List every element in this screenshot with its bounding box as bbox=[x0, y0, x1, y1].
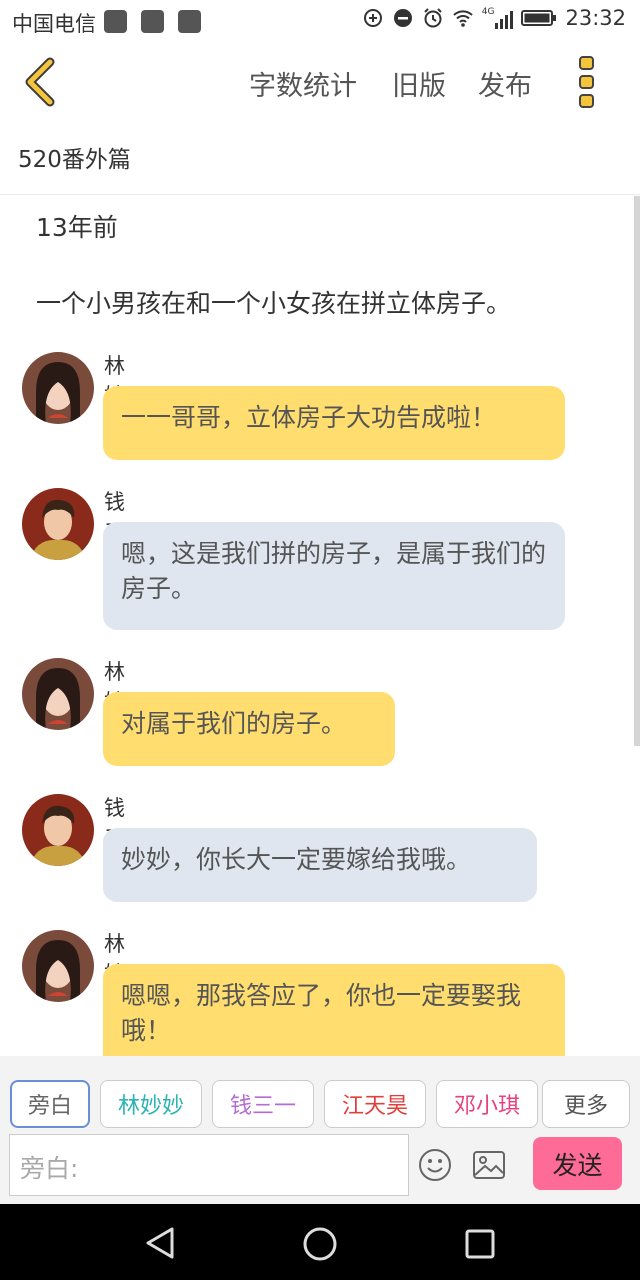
data-saver-icon bbox=[363, 9, 382, 27]
role-chip-lin-miaomiao[interactable]: 林妙妙 bbox=[100, 1080, 202, 1128]
emoji-icon[interactable] bbox=[418, 1148, 452, 1182]
word-count-button[interactable]: 字数统计 bbox=[249, 64, 357, 103]
status-icons: 4G 23:32 bbox=[362, 6, 626, 30]
message-bubble[interactable]: 一一哥哥，立体房子大功告成啦！ bbox=[103, 386, 565, 460]
image-icon[interactable] bbox=[472, 1149, 506, 1181]
avatar-lin-miaomiao[interactable] bbox=[22, 658, 94, 730]
top-toolbar: 字数统计 旧版 发布 bbox=[0, 44, 640, 120]
nav-home-icon[interactable] bbox=[302, 1226, 338, 1262]
do-not-disturb-icon bbox=[393, 9, 412, 27]
avatar-lin-miaomiao[interactable] bbox=[22, 352, 94, 424]
message-bubble[interactable]: 对属于我们的房子。 bbox=[103, 692, 395, 766]
old-version-button[interactable]: 旧版 bbox=[392, 64, 446, 103]
more-roles-button[interactable]: 更多 bbox=[542, 1080, 630, 1128]
narration-text: 一个小男孩在和一个小女孩在拼立体房子。 bbox=[36, 289, 512, 318]
message-bubble[interactable]: 嗯，这是我们拼的房子，是属于我们的房子。 bbox=[103, 522, 565, 630]
input-placeholder: 旁白: bbox=[20, 1154, 79, 1183]
title-bar: 520番外篇 bbox=[0, 122, 640, 195]
nav-back-icon[interactable] bbox=[144, 1226, 176, 1260]
role-chip-jiang-tianhao[interactable]: 江天昊 bbox=[324, 1080, 426, 1128]
carrier-label: 中国电信 bbox=[12, 12, 96, 36]
alarm-icon bbox=[424, 8, 442, 28]
message-bubble[interactable]: 嗯嗯，那我答应了，你也一定要娶我哦！ bbox=[103, 964, 565, 1058]
message-input[interactable]: 旁白: bbox=[9, 1134, 409, 1196]
role-chip-deng-xiaoqi[interactable]: 邓小琪 bbox=[436, 1080, 538, 1128]
more-menu-icon[interactable] bbox=[572, 54, 602, 110]
page-title[interactable]: 520番外篇 bbox=[18, 140, 131, 174]
message-bubble[interactable]: 妙妙，你长大一定要嫁给我哦。 bbox=[103, 828, 537, 902]
avatar-qian-sanyi[interactable] bbox=[22, 794, 94, 866]
signal-icon: 4G bbox=[482, 7, 514, 29]
notification-icon bbox=[104, 10, 127, 33]
role-chip-narrator[interactable]: 旁白 bbox=[10, 1080, 90, 1128]
battery-icon bbox=[521, 10, 557, 26]
avatar-lin-miaomiao[interactable] bbox=[22, 930, 94, 1002]
send-button[interactable]: 发送 bbox=[533, 1137, 622, 1190]
notification-icon bbox=[178, 10, 201, 33]
composer-panel: 旁白 林妙妙 钱三一 江天昊 邓小琪 更多 旁白: 发送 bbox=[0, 1056, 640, 1204]
back-arrow-icon[interactable] bbox=[18, 56, 62, 108]
avatar-qian-sanyi[interactable] bbox=[22, 488, 94, 560]
scrollbar[interactable] bbox=[634, 196, 640, 746]
publish-button[interactable]: 发布 bbox=[478, 64, 532, 103]
role-chip-qian-sanyi[interactable]: 钱三一 bbox=[212, 1080, 314, 1128]
nav-recents-icon[interactable] bbox=[464, 1228, 496, 1260]
notification-icon bbox=[141, 10, 164, 33]
story-content[interactable]: 13年前 一个小男孩在和一个小女孩在拼立体房子。 林妙妙 一一哥哥，立体房子大功… bbox=[0, 196, 640, 1058]
status-bar: 中国电信 4G 23:32 bbox=[0, 0, 640, 44]
wifi-icon bbox=[453, 10, 473, 27]
system-nav-bar bbox=[0, 1204, 640, 1280]
clock: 23:32 bbox=[565, 6, 626, 30]
narration-text: 13年前 bbox=[36, 213, 118, 242]
